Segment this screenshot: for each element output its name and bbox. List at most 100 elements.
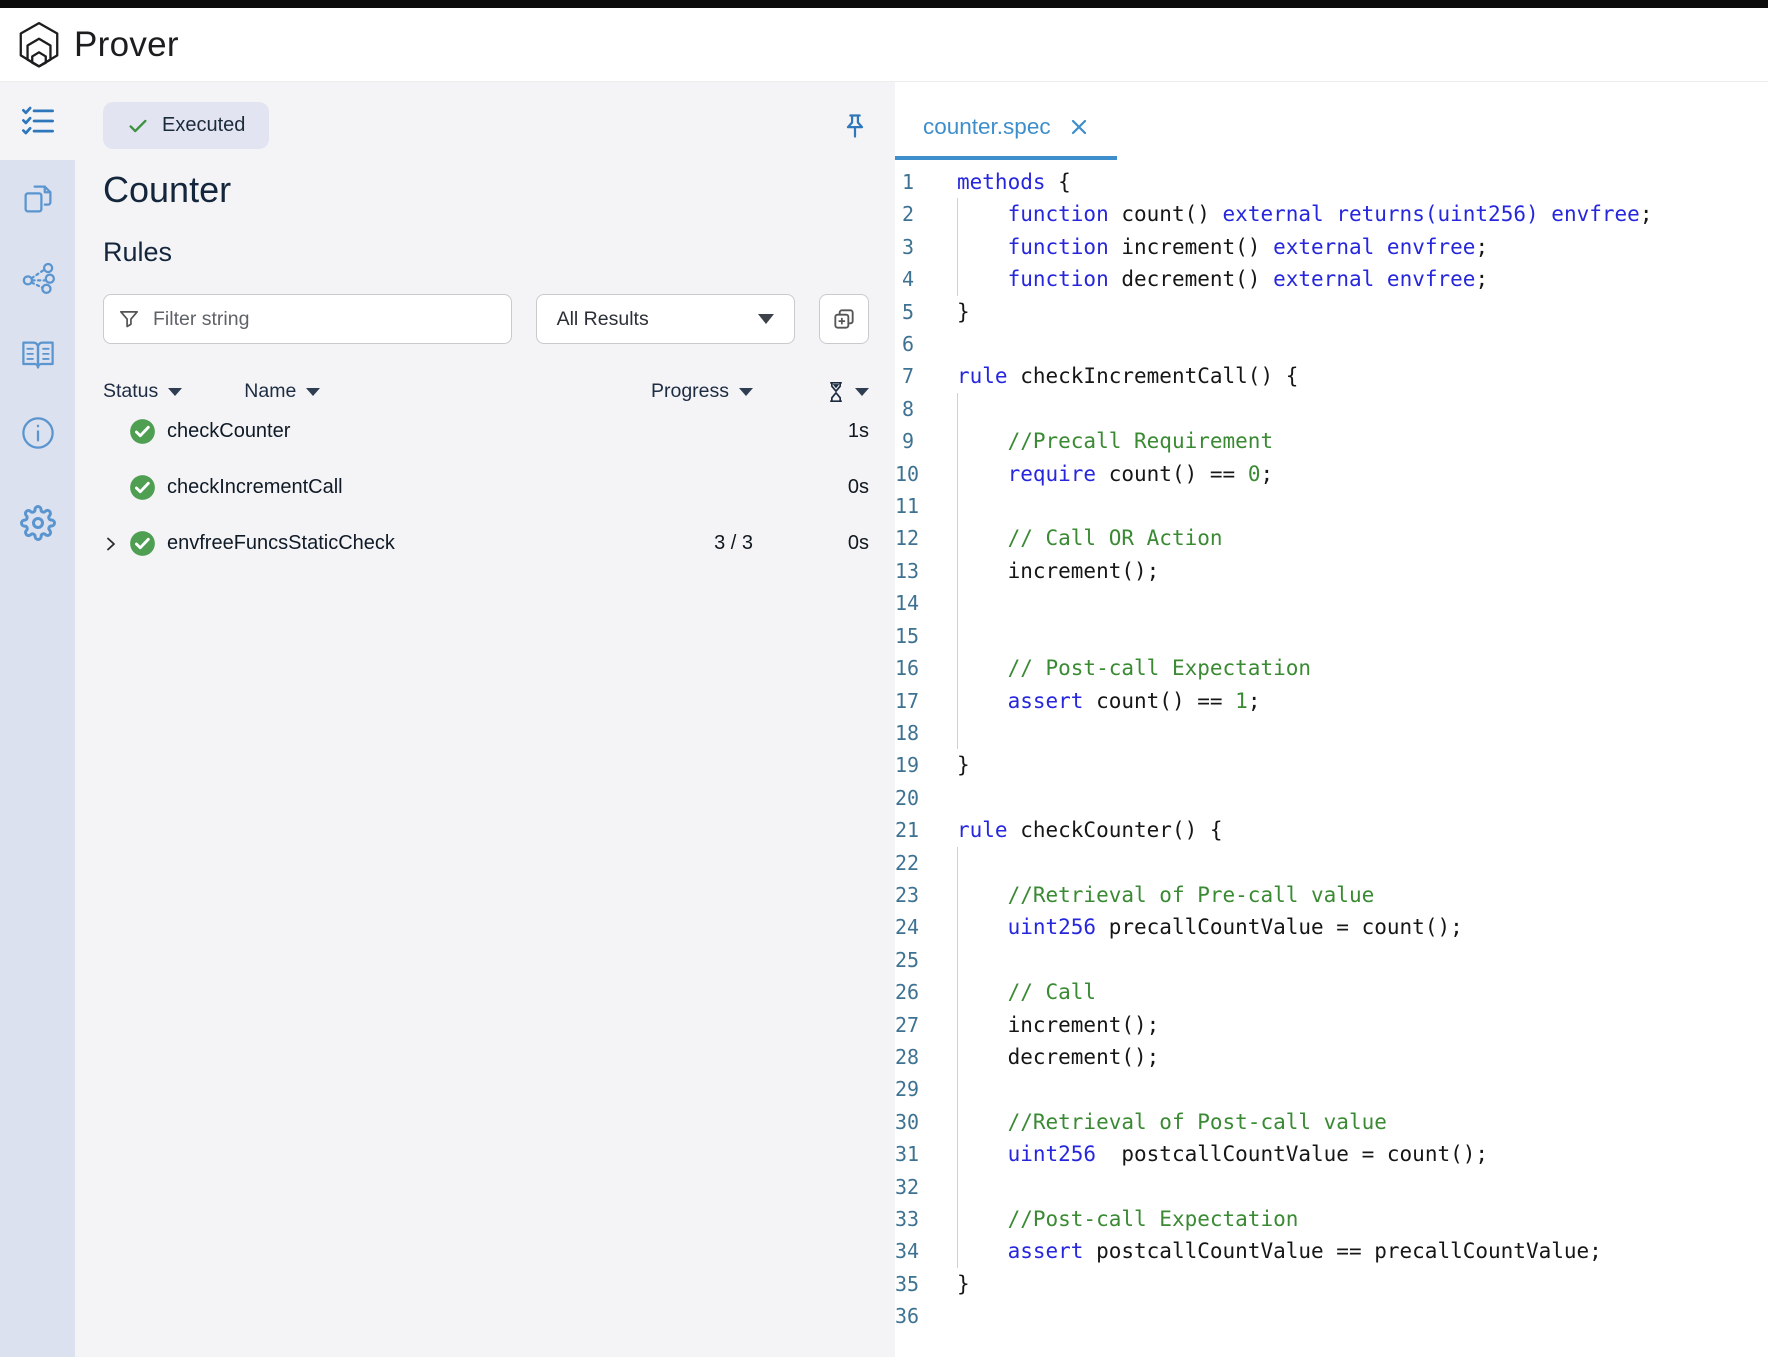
code-line: 14	[895, 587, 1768, 619]
line-number: 7	[895, 360, 957, 392]
code-line: 5}	[895, 296, 1768, 328]
line-number: 19	[895, 749, 957, 781]
rule-name[interactable]: checkIncrementCall	[167, 476, 343, 499]
book-icon	[20, 337, 56, 373]
filter-input[interactable]	[151, 307, 497, 332]
line-number: 31	[895, 1138, 957, 1170]
code-line: 8	[895, 393, 1768, 425]
rule-time: 0s	[753, 476, 869, 499]
code-line: 13 increment();	[895, 555, 1768, 587]
check-icon	[127, 115, 149, 137]
code-line-content: rule checkIncrementCall() {	[957, 360, 1298, 392]
rule-progress: 3 / 3	[714, 532, 753, 555]
line-number: 36	[895, 1300, 957, 1332]
code-line: 4 function decrement() external envfree;	[895, 263, 1768, 295]
code-line-content	[957, 490, 970, 522]
sort-name[interactable]: Name	[244, 380, 320, 403]
line-number: 27	[895, 1009, 957, 1041]
rule-time: 1s	[753, 420, 869, 443]
code-line: 24 uint256 precallCountValue = count();	[895, 911, 1768, 943]
code-line-content: }	[957, 296, 970, 328]
table-row[interactable]: checkCounter 1s	[103, 404, 869, 459]
code-line-content: uint256 postcallCountValue = count();	[957, 1138, 1488, 1170]
sidebar-item-info[interactable]	[0, 394, 75, 472]
code-line-content: // Call	[957, 976, 1096, 1008]
name-header-label: Name	[244, 380, 296, 403]
line-number: 6	[895, 328, 957, 360]
chevron-down-icon	[758, 314, 774, 324]
rule-time: 0s	[753, 532, 869, 555]
sidebar-item-rules[interactable]	[0, 82, 75, 160]
funnel-icon	[118, 308, 141, 331]
close-icon[interactable]	[1069, 117, 1089, 137]
checklist-icon	[20, 103, 56, 139]
line-number: 1	[895, 166, 957, 198]
line-number: 15	[895, 620, 957, 652]
expand-chevron-icon[interactable]	[103, 536, 127, 552]
sort-time[interactable]	[753, 381, 869, 403]
code-line-content: //Retrieval of Post-call value	[957, 1106, 1387, 1138]
filter-input-wrapper	[103, 294, 512, 344]
spec-editor: counter.spec 1methods {2 function count(…	[895, 82, 1768, 1357]
code-line-content: require count() == 0;	[957, 458, 1273, 490]
code-line-content	[957, 393, 970, 425]
pin-button[interactable]	[841, 112, 869, 145]
results-filter-select[interactable]: All Results	[536, 294, 796, 344]
code-line: 7rule checkIncrementCall() {	[895, 360, 1768, 392]
duplicate-view-button[interactable]	[819, 294, 869, 344]
code-line-content	[957, 587, 970, 619]
code-line: 9 //Precall Requirement	[895, 425, 1768, 457]
sort-progress[interactable]: Progress	[651, 380, 753, 403]
line-number: 5	[895, 296, 957, 328]
line-number: 23	[895, 879, 957, 911]
code-line-content: function increment() external envfree;	[957, 231, 1488, 263]
code-line-content: //Retrieval of Pre-call value	[957, 879, 1374, 911]
code-line: 20	[895, 782, 1768, 814]
code-line: 26 // Call	[895, 976, 1768, 1008]
line-number: 9	[895, 425, 957, 457]
code-line: 21rule checkCounter() {	[895, 814, 1768, 846]
code-line-content	[957, 847, 970, 879]
duplicate-plus-icon	[831, 306, 857, 332]
sidebar-item-settings[interactable]	[0, 484, 75, 562]
code-line-content	[957, 328, 970, 360]
top-strip	[0, 0, 1768, 8]
code-line: 35}	[895, 1268, 1768, 1300]
code-line: 23 //Retrieval of Pre-call value	[895, 879, 1768, 911]
table-row[interactable]: checkIncrementCall 0s	[103, 460, 869, 515]
code-line-content: }	[957, 749, 970, 781]
code-line: 18	[895, 717, 1768, 749]
sidebar-item-call-graph[interactable]	[0, 238, 75, 316]
rule-name[interactable]: envfreeFuncsStaticCheck	[167, 532, 395, 555]
code-line: 22	[895, 847, 1768, 879]
page-title: Counter	[103, 169, 869, 211]
code-line-content: decrement();	[957, 1041, 1159, 1073]
line-number: 33	[895, 1203, 957, 1235]
code-line: 31 uint256 postcallCountValue = count();	[895, 1138, 1768, 1170]
line-number: 21	[895, 814, 957, 846]
code-line-content	[957, 1171, 970, 1203]
line-number: 14	[895, 587, 957, 619]
code-line-content: //Post-call Expectation	[957, 1203, 1298, 1235]
code-line: 19}	[895, 749, 1768, 781]
line-number: 4	[895, 263, 957, 295]
rule-name[interactable]: checkCounter	[167, 420, 290, 443]
sidebar-item-docs[interactable]	[0, 316, 75, 394]
tab-counter-spec[interactable]: counter.spec	[895, 114, 1117, 160]
caret-down-icon	[306, 388, 320, 396]
code-lines: 1methods {2 function count() external re…	[895, 160, 1768, 1333]
line-number: 20	[895, 782, 957, 814]
status-verified-icon	[129, 418, 156, 445]
code-line: 33 //Post-call Expectation	[895, 1203, 1768, 1235]
code-line: 30 //Retrieval of Post-call value	[895, 1106, 1768, 1138]
caret-down-icon	[168, 388, 182, 396]
sort-status[interactable]: Status	[103, 380, 182, 403]
sidebar-item-files[interactable]	[0, 160, 75, 238]
line-number: 17	[895, 685, 957, 717]
caret-down-icon	[855, 388, 869, 396]
code-line-content	[957, 717, 970, 749]
line-number: 13	[895, 555, 957, 587]
code-line-content: // Call OR Action	[957, 522, 1223, 554]
table-row[interactable]: envfreeFuncsStaticCheck 3 / 30s	[103, 516, 869, 571]
code-line: 17 assert count() == 1;	[895, 685, 1768, 717]
